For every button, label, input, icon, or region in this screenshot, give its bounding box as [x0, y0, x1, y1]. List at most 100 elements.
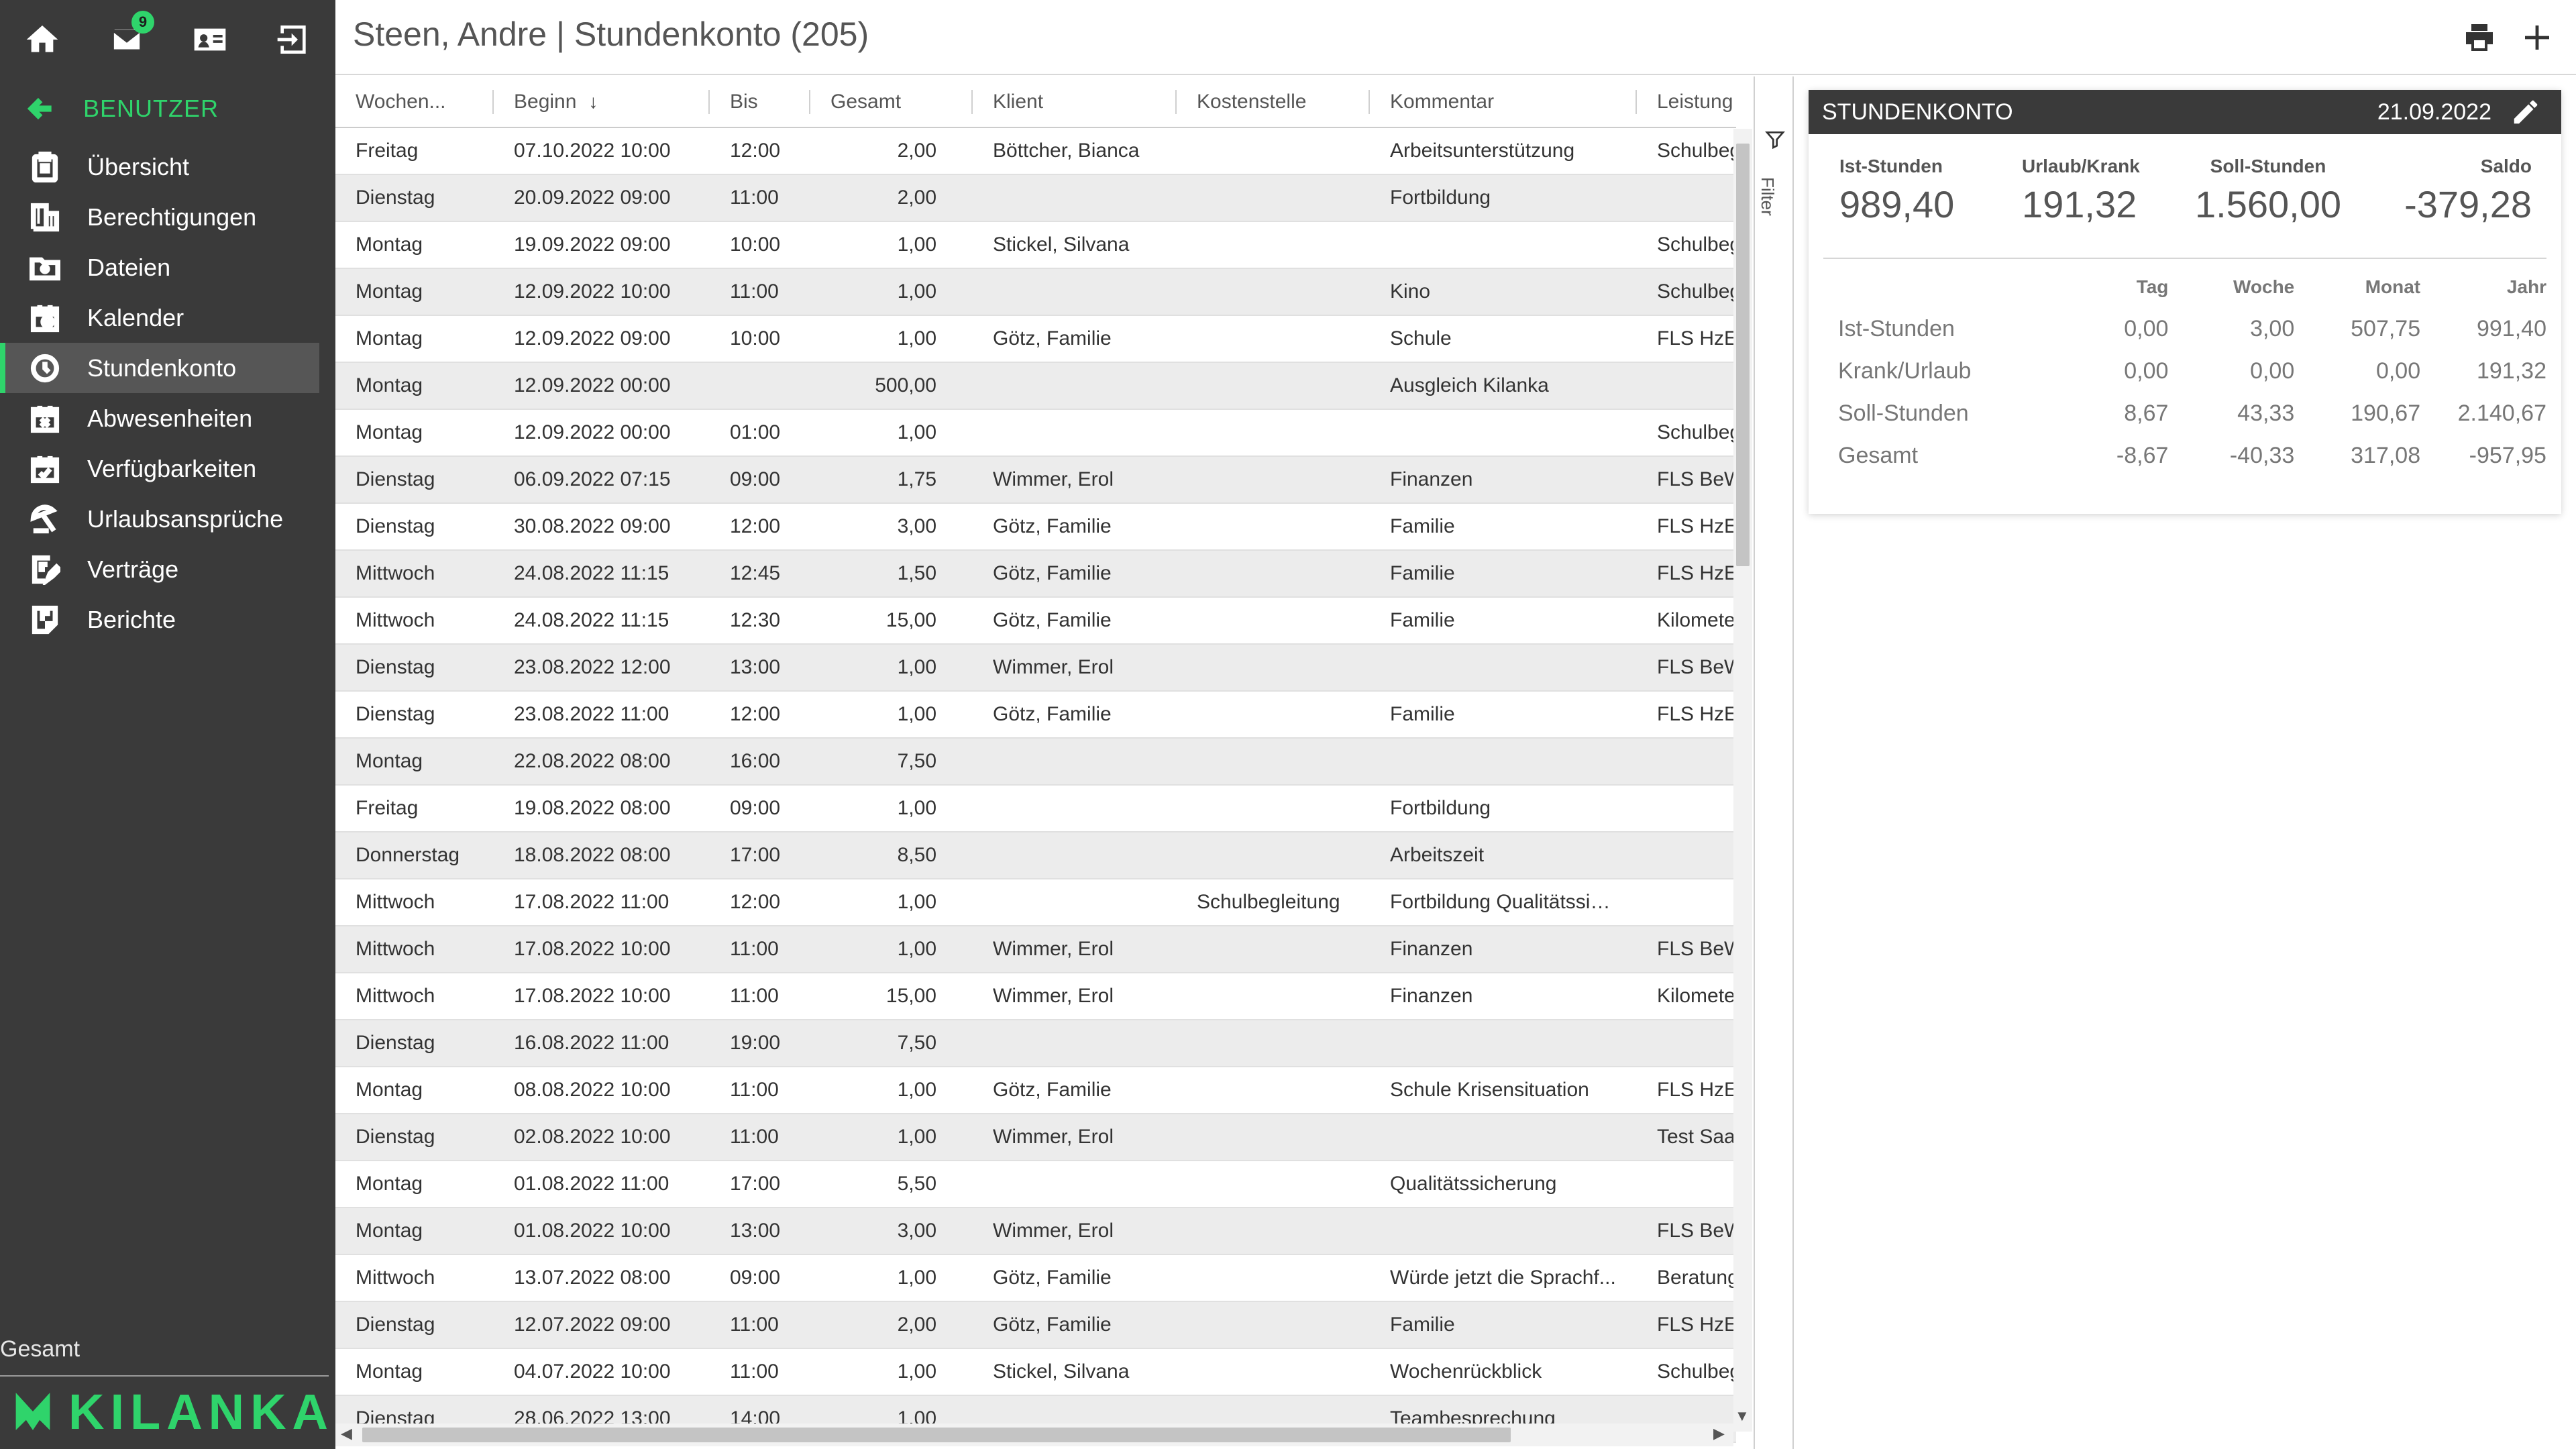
sidebar-item-berechtigungen[interactable]: Berechtigungen	[0, 192, 335, 242]
cell-kommentar: Ausgleich Kilanka	[1370, 362, 1637, 410]
table-row[interactable]: Dienstag 30.08.2022 09:00 12:00 3,00 Götz, F…	[335, 503, 1736, 551]
cell-klient: Götz, Familie	[973, 597, 1177, 645]
contact-card-button[interactable]	[186, 16, 233, 63]
table-row[interactable]: Dienstag 16.08.2022 11:00 19:00 7,50	[335, 1020, 1736, 1067]
table-row[interactable]: Mittwoch 17.08.2022 10:00 11:00 1,00 Wimmer,…	[335, 926, 1736, 973]
cell-leistung: FLS BeW	[1637, 456, 1736, 504]
table-row[interactable]: Freitag 07.10.2022 10:00 12:00 2,00 Böttcher…	[335, 127, 1736, 175]
table-row[interactable]: Montag 12.09.2022 10:00 11:00 1,00 Kino Schul…	[335, 268, 1736, 316]
stats-row-label: Krank/Urlaub	[1838, 358, 1972, 384]
table-row[interactable]: Dienstag 06.09.2022 07:15 09:00 1,75 Wimmer,…	[335, 456, 1736, 504]
back-to-users-label: BENUTZER	[83, 95, 219, 122]
table-row[interactable]: Mittwoch 24.08.2022 11:15 12:45 1,50 Götz, F…	[335, 550, 1736, 598]
sidebar-item-vertraege[interactable]: Verträge	[0, 544, 335, 594]
cell-wochentag: Dienstag	[335, 1020, 494, 1067]
contact-card-icon	[194, 28, 226, 51]
scroll-left-arrow-icon[interactable]: ◀	[341, 1425, 352, 1442]
table-row[interactable]: Mittwoch 24.08.2022 11:15 12:30 15,00 Götz, …	[335, 597, 1736, 645]
table-row[interactable]: Mittwoch 17.08.2022 10:00 11:00 15,00 Wimmer…	[335, 973, 1736, 1020]
column-header-kommentar[interactable]: Kommentar	[1370, 76, 1637, 128]
cell-gesamt: 500,00	[810, 362, 973, 410]
cell-bis: 12:00	[710, 879, 810, 926]
stats-row: Soll-Stunden 8,67 43,33 190,67 2.140,67	[1823, 392, 2546, 435]
home-button[interactable]	[19, 16, 66, 63]
sidebar-item-label: Berechtigungen	[87, 203, 257, 231]
stats-value: -40,33	[2229, 443, 2295, 468]
scroll-right-arrow-icon[interactable]: ▶	[1713, 1425, 1725, 1442]
cell-gesamt: 1,00	[810, 644, 973, 692]
column-header-klient[interactable]: Klient	[973, 76, 1177, 128]
scroll-down-arrow-icon[interactable]: ▼	[1735, 1407, 1750, 1425]
cell-beginn: 04.07.2022 10:00	[494, 1348, 710, 1396]
table-row[interactable]: Montag 12.09.2022 00:00 500,00 Ausgleich Ki…	[335, 362, 1736, 410]
cell-wochentag: Dienstag	[335, 503, 494, 551]
cell-klient	[973, 879, 1177, 926]
table-row[interactable]: Dienstag 23.08.2022 12:00 13:00 1,00 Wimmer,…	[335, 644, 1736, 692]
sidebar-item-uebersicht[interactable]: Übersicht	[0, 142, 335, 192]
sidebar-item-dateien[interactable]: Dateien	[0, 242, 335, 292]
table-row[interactable]: Montag 08.08.2022 10:00 11:00 1,00 Götz, Fam…	[335, 1067, 1736, 1114]
table-row[interactable]: Montag 22.08.2022 08:00 16:00 7,50	[335, 738, 1736, 786]
back-to-users-link[interactable]: BENUTZER	[27, 89, 219, 129]
table-row[interactable]: Freitag 19.08.2022 08:00 09:00 1,00 Fortbild…	[335, 785, 1736, 833]
table-row[interactable]: Dienstag 02.08.2022 10:00 11:00 1,00 Wimmer,…	[335, 1114, 1736, 1161]
cell-beginn: 07.10.2022 10:00	[494, 127, 710, 175]
sidebar-item-urlaubsansprueche[interactable]: Urlaubsansprüche	[0, 494, 335, 544]
cell-gesamt: 1,00	[810, 926, 973, 973]
cell-wochentag: Montag	[335, 362, 494, 410]
cell-bis: 12:00	[710, 127, 810, 175]
sidebar-nav: Übersicht Berechtigungen Dateien Kalende…	[0, 142, 335, 645]
stats-row: Ist-Stunden 0,00 3,00 507,75 991,40	[1823, 308, 2546, 350]
summary-urlaub-krank: Urlaub/Krank 191,32	[2022, 156, 2140, 225]
cell-wochentag: Mittwoch	[335, 973, 494, 1020]
table-row[interactable]: Donnerstag 18.08.2022 08:00 17:00 8,50 Arbei…	[335, 832, 1736, 879]
table-row[interactable]: Montag 04.07.2022 10:00 11:00 1,00 Stickel, …	[335, 1348, 1736, 1396]
column-header-bis[interactable]: Bis	[710, 76, 810, 128]
add-button[interactable]	[2518, 19, 2556, 56]
column-header-gesamt[interactable]: Gesamt	[810, 76, 973, 128]
table-row[interactable]: Montag 01.08.2022 11:00 17:00 5,50 Qualitäts…	[335, 1161, 1736, 1208]
cell-kostenstelle	[1177, 738, 1370, 786]
cell-wochentag: Dienstag	[335, 456, 494, 504]
sidebar-item-kalender[interactable]: Kalender	[0, 292, 335, 343]
cell-kostenstelle	[1177, 550, 1370, 598]
stats-body: Ist-Stunden 0,00 3,00 507,75 991,40 Krank/Url…	[1823, 308, 2546, 477]
pencil-edit-icon[interactable]	[2510, 97, 2541, 127]
cell-beginn: 19.08.2022 08:00	[494, 785, 710, 833]
table-row[interactable]: Montag 12.09.2022 09:00 10:00 1,00 Götz, Fam…	[335, 315, 1736, 363]
sidebar-item-stundenkonto[interactable]: Stundenkonto	[0, 343, 319, 393]
table-row[interactable]: Montag 12.09.2022 00:00 01:00 1,00 Schulbeg	[335, 409, 1736, 457]
cell-leistung: FLS BeW	[1637, 926, 1736, 973]
table-row[interactable]: Montag 01.08.2022 10:00 13:00 3,00 Wimmer, E…	[335, 1208, 1736, 1255]
print-button[interactable]	[2461, 19, 2498, 56]
cell-gesamt: 1,00	[810, 1067, 973, 1114]
cell-beginn: 12.07.2022 09:00	[494, 1301, 710, 1349]
logout-button[interactable]	[270, 16, 317, 63]
column-header-wochentag[interactable]: Wochen...	[335, 76, 494, 128]
filter-panel-toggle[interactable]: Filter	[1756, 76, 1794, 1449]
table-row[interactable]: Mittwoch 17.08.2022 11:00 12:00 1,00 Schulbe…	[335, 879, 1736, 926]
cell-klient: Wimmer, Erol	[973, 1114, 1177, 1161]
column-header-leistung[interactable]: Leistung	[1637, 76, 1736, 128]
cell-leistung: FLS BeW	[1637, 644, 1736, 692]
column-header-beginn[interactable]: Beginn ↓	[494, 76, 710, 128]
cell-bis: 17:00	[710, 832, 810, 879]
table-row[interactable]: Dienstag 20.09.2022 09:00 11:00 2,00 Fortbil…	[335, 174, 1736, 222]
cell-beginn: 30.08.2022 09:00	[494, 503, 710, 551]
cell-wochentag: Dienstag	[335, 691, 494, 739]
vertical-scrollbar-thumb[interactable]	[1736, 144, 1750, 566]
column-header-kostenstelle[interactable]: Kostenstelle	[1177, 76, 1370, 128]
cell-leistung	[1637, 785, 1736, 833]
horizontal-scrollbar-thumb[interactable]	[362, 1428, 1511, 1442]
printer-icon	[2466, 24, 2493, 51]
table-row[interactable]: Dienstag 12.07.2022 09:00 11:00 2,00 Götz, F…	[335, 1301, 1736, 1349]
sidebar-item-berichte[interactable]: Berichte	[0, 594, 335, 645]
table-row[interactable]: Dienstag 23.08.2022 11:00 12:00 1,00 Götz, F…	[335, 691, 1736, 739]
stats-table: Tag Woche Monat Jahr Ist-Stunden 0,00 3,00…	[1823, 266, 2546, 477]
sidebar-item-abwesenheiten[interactable]: Abwesenheiten	[0, 393, 335, 443]
sidebar-item-verfuegbarkeiten[interactable]: Verfügbarkeiten	[0, 443, 335, 494]
cell-beginn: 18.08.2022 08:00	[494, 832, 710, 879]
table-row[interactable]: Mittwoch 13.07.2022 08:00 09:00 1,00 Götz, F…	[335, 1254, 1736, 1302]
table-row[interactable]: Montag 19.09.2022 09:00 10:00 1,00 Stickel, …	[335, 221, 1736, 269]
messages-button[interactable]: 9	[103, 11, 154, 63]
